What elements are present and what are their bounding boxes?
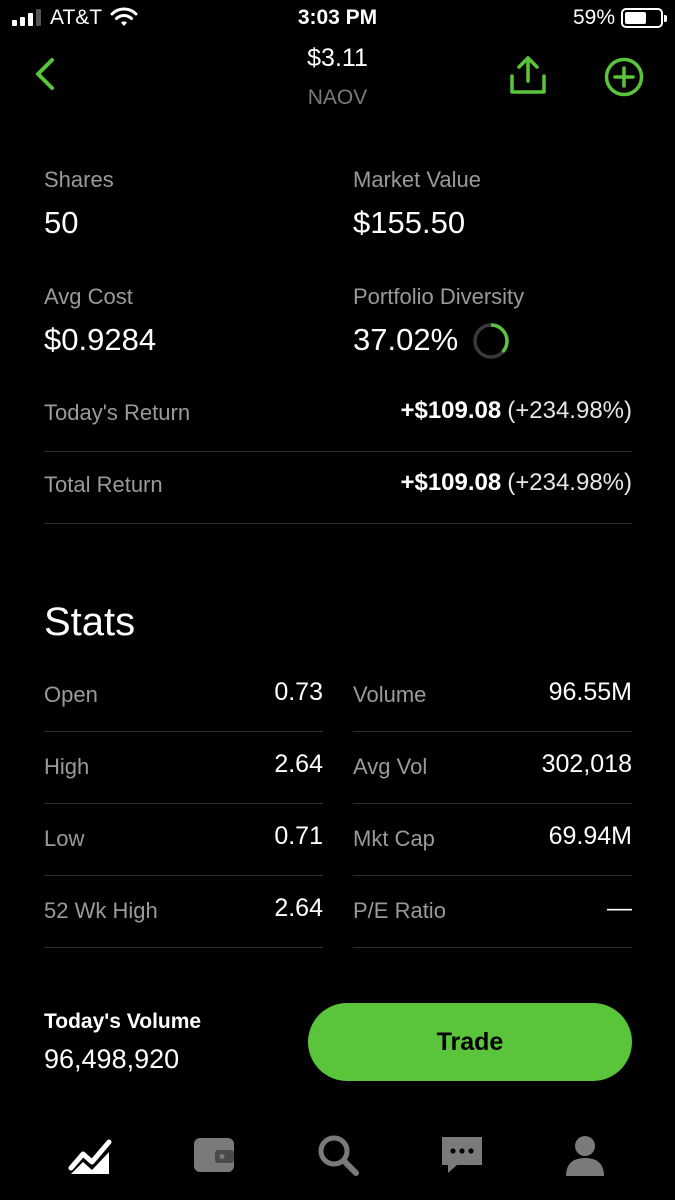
todays-volume-value: 96,498,920 xyxy=(44,1044,180,1074)
total-return-label: Total Return xyxy=(44,472,163,497)
avg-cost-value: $0.9284 xyxy=(44,322,157,357)
search-icon[interactable] xyxy=(315,1132,361,1178)
stat-label: Open xyxy=(44,682,98,707)
todays-return-percent: (+234.98%) xyxy=(507,397,632,424)
tab-bar xyxy=(0,1110,675,1200)
stat-row-high: High 2.64 xyxy=(44,732,323,804)
stat-value: — xyxy=(607,894,632,922)
add-circle-icon[interactable] xyxy=(603,56,645,98)
diversity-ring-icon[interactable] xyxy=(472,322,510,360)
stat-value: 0.73 xyxy=(274,678,323,706)
market-value-label: Market Value xyxy=(353,167,481,192)
stat-label: High xyxy=(44,754,90,779)
stat-row-52wk-high: 52 Wk High 2.64 xyxy=(44,876,323,948)
stat-value: 2.64 xyxy=(274,894,323,922)
stat-label: Avg Vol xyxy=(353,754,428,779)
total-return-row: Total Return +$109.08 (+234.98%) xyxy=(44,452,632,524)
stat-row-pe-ratio: P/E Ratio — xyxy=(353,876,632,948)
todays-return-label: Today's Return xyxy=(44,400,191,425)
stat-row-mkt-cap: Mkt Cap 69.94M xyxy=(353,804,632,876)
todays-volume-label: Today's Volume xyxy=(44,1010,202,1033)
header-price: $3.11 xyxy=(307,44,368,72)
total-return-value: +$109.08 (+234.98%) xyxy=(400,469,632,497)
chart-icon[interactable] xyxy=(67,1132,113,1178)
stat-value: 0.71 xyxy=(274,822,323,850)
stat-row-open: Open 0.73 xyxy=(44,660,323,732)
stat-row-avg-vol: Avg Vol 302,018 xyxy=(353,732,632,804)
stat-row-low: Low 0.71 xyxy=(44,804,323,876)
stat-label: Mkt Cap xyxy=(353,826,435,851)
ticker-symbol: NAOV xyxy=(307,86,368,109)
stat-label: Volume xyxy=(353,682,427,707)
messages-icon[interactable] xyxy=(439,1132,485,1178)
shares-label: Shares xyxy=(44,167,114,192)
battery-icon xyxy=(621,8,667,28)
stat-label: P/E Ratio xyxy=(353,898,446,923)
wallet-icon[interactable] xyxy=(191,1132,237,1178)
trade-button[interactable]: Trade xyxy=(308,1003,632,1081)
status-bar: AT&T 3:03 PM 59% xyxy=(0,0,675,38)
total-return-percent: (+234.98%) xyxy=(507,469,632,496)
battery-percent: 59% xyxy=(572,6,615,29)
stat-label: 52 Wk High xyxy=(44,898,158,923)
stat-value: 2.64 xyxy=(274,750,323,778)
avg-cost-label: Avg Cost xyxy=(44,284,133,309)
total-return-amount: +$109.08 xyxy=(400,469,502,496)
todays-return-amount: +$109.08 xyxy=(400,397,502,424)
stat-row-volume: Volume 96.55M xyxy=(353,660,632,732)
share-icon[interactable] xyxy=(508,54,548,96)
todays-return-row: Today's Return +$109.08 (+234.98%) xyxy=(44,380,632,452)
stat-label: Low xyxy=(44,826,85,851)
stat-value: 302,018 xyxy=(541,750,632,778)
account-icon[interactable] xyxy=(562,1132,608,1178)
portfolio-diversity-value: 37.02% xyxy=(353,322,459,357)
todays-return-value: +$109.08 (+234.98%) xyxy=(400,397,632,425)
stat-value: 96.55M xyxy=(548,678,632,706)
portfolio-diversity-label: Portfolio Diversity xyxy=(353,284,525,309)
shares-value: 50 xyxy=(44,205,79,240)
market-value: $155.50 xyxy=(353,205,466,240)
stats-title: Stats xyxy=(44,600,136,644)
stat-value: 69.94M xyxy=(548,822,632,850)
